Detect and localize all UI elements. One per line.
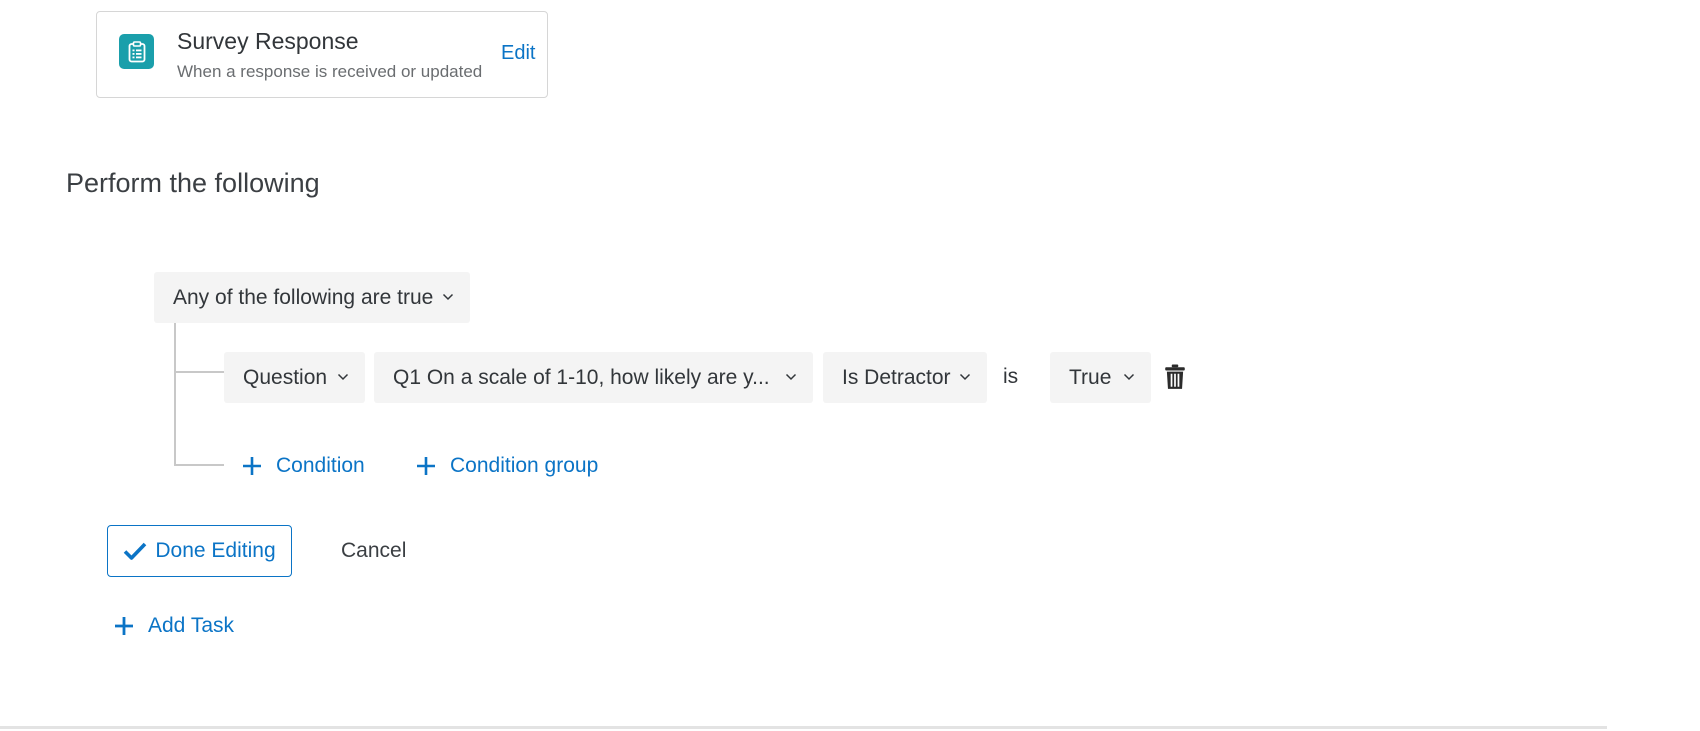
tree-connector-vertical — [174, 323, 176, 464]
bottom-divider — [0, 726, 1607, 729]
logic-dropdown-label: Any of the following are true — [173, 285, 434, 309]
question-label: Q1 On a scale of 1-10, how likely are y.… — [393, 365, 770, 389]
operator-dropdown[interactable]: Is Detractor — [823, 352, 987, 403]
value-label: True — [1069, 365, 1112, 389]
chevron-down-icon — [785, 373, 797, 380]
edit-trigger-link[interactable]: Edit — [501, 42, 535, 65]
add-condition-group-label: Condition group — [450, 454, 599, 477]
plus-icon — [243, 457, 261, 475]
plus-icon — [115, 617, 133, 635]
done-editing-button[interactable]: Done Editing — [107, 525, 292, 577]
tree-connector-branch — [174, 371, 224, 373]
operator-label: Is Detractor — [842, 365, 951, 389]
add-condition-label: Condition — [276, 454, 365, 477]
question-dropdown[interactable]: Q1 On a scale of 1-10, how likely are y.… — [374, 352, 813, 403]
clipboard-list-icon — [119, 34, 154, 69]
condition-type-label: Question — [243, 365, 328, 389]
trigger-subtitle: When a response is received or updated — [177, 62, 483, 81]
done-editing-label: Done Editing — [155, 539, 276, 562]
section-title: Perform the following — [66, 168, 320, 198]
plus-icon — [417, 457, 435, 475]
logic-dropdown[interactable]: Any of the following are true — [154, 272, 470, 323]
trigger-title: Survey Response — [177, 28, 359, 54]
chevron-down-icon — [959, 373, 971, 380]
checkmark-icon — [124, 542, 147, 560]
add-task-button[interactable]: Add Task — [114, 614, 234, 638]
add-condition-group-button[interactable]: Condition group — [416, 454, 598, 478]
chevron-down-icon — [337, 373, 349, 380]
chevron-down-icon — [1123, 373, 1135, 380]
value-dropdown[interactable]: True — [1050, 352, 1151, 403]
trigger-card: Survey Response When a response is recei… — [96, 11, 548, 98]
is-label: is — [1003, 365, 1019, 388]
chevron-down-icon — [442, 293, 454, 300]
tree-connector-branch — [174, 464, 224, 466]
trash-icon[interactable] — [1163, 364, 1187, 390]
condition-type-dropdown[interactable]: Question — [224, 352, 365, 403]
cancel-button[interactable]: Cancel — [341, 539, 406, 563]
add-task-label: Add Task — [148, 614, 234, 637]
add-condition-button[interactable]: Condition — [242, 454, 365, 478]
